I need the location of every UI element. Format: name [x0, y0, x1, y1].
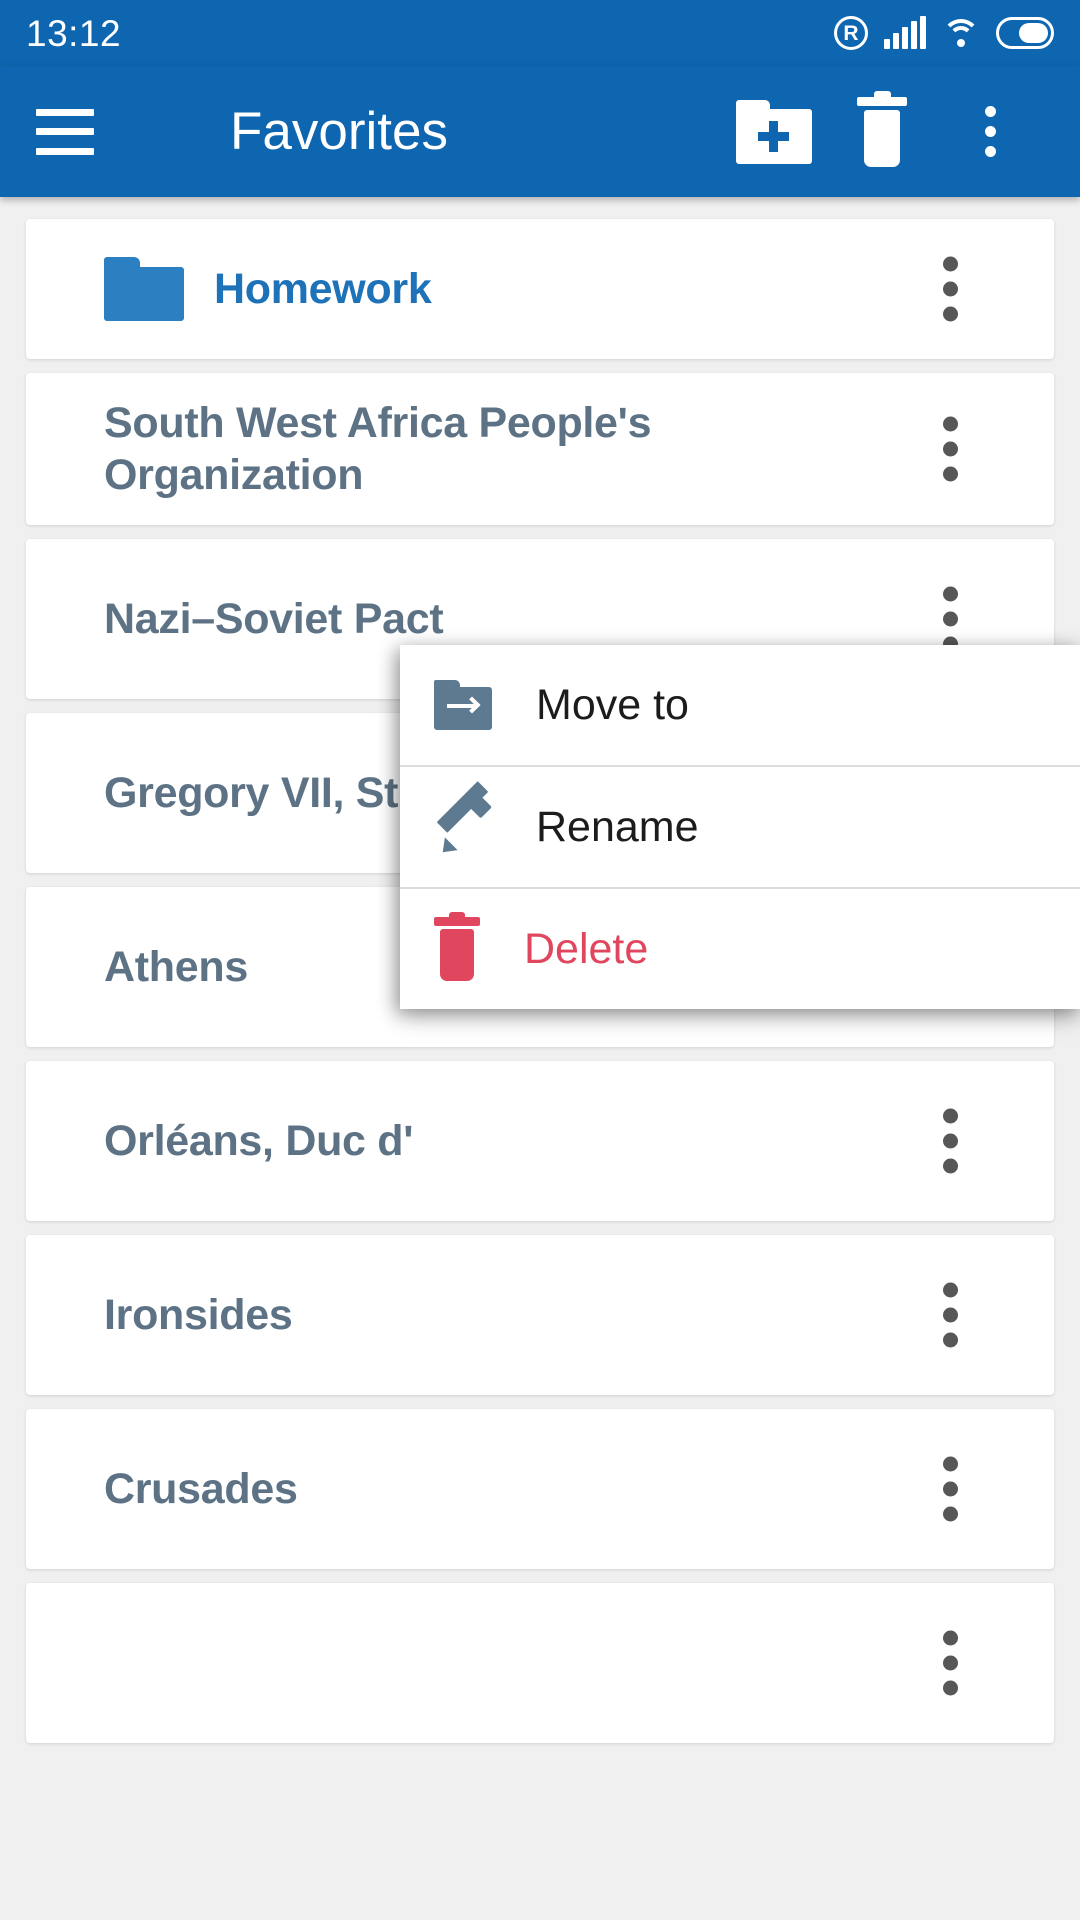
- trash-icon: [434, 912, 480, 981]
- pencil-icon: [434, 781, 492, 859]
- app-bar: Favorites: [0, 66, 1080, 197]
- list-item-overflow-button[interactable]: [933, 1447, 968, 1532]
- list-item[interactable]: Orléans, Duc d': [26, 1061, 1054, 1221]
- list-item[interactable]: Crusades: [26, 1409, 1054, 1569]
- list-item-label: Crusades: [104, 1464, 298, 1513]
- hamburger-menu-icon[interactable]: [36, 108, 94, 155]
- folder-icon: [104, 257, 184, 321]
- battery-icon: [996, 17, 1054, 49]
- context-menu-item-delete[interactable]: Delete: [400, 889, 1080, 1009]
- list-item-overflow-button[interactable]: [933, 1099, 968, 1184]
- overflow-menu-button[interactable]: [936, 78, 1044, 186]
- app-bar-actions: [720, 78, 1044, 186]
- list-item[interactable]: [26, 1583, 1054, 1743]
- list-item-overflow-button[interactable]: [933, 1273, 968, 1358]
- list-item-label: Ironsides: [104, 1290, 293, 1339]
- list-item[interactable]: Homework: [26, 219, 1054, 359]
- list-item[interactable]: South West Africa People's Organization: [26, 373, 1054, 525]
- status-bar-clock: 13:12: [26, 12, 122, 54]
- list-item-label: Orléans, Duc d': [104, 1116, 414, 1165]
- signal-icon: [884, 16, 926, 49]
- app-screen: 13:12 R Favorites Homework South West Af…: [0, 0, 1080, 1920]
- kebab-menu-icon: [984, 106, 996, 157]
- page-title: Favorites: [230, 102, 448, 161]
- list-item-label: South West Africa People's Organization: [104, 398, 652, 499]
- trash-icon: [857, 90, 907, 167]
- status-bar-icons: R: [834, 16, 1054, 50]
- list-item-overflow-button[interactable]: [933, 1621, 968, 1706]
- list-item-overflow-button[interactable]: [933, 407, 968, 492]
- list-item[interactable]: Ironsides: [26, 1235, 1054, 1395]
- context-menu-item-move-to[interactable]: Move to: [400, 645, 1080, 765]
- context-menu-item-rename[interactable]: Rename: [400, 767, 1080, 887]
- context-menu-item-label: Move to: [536, 680, 689, 729]
- wifi-icon: [942, 17, 980, 49]
- context-menu[interactable]: Move to Rename Delete: [400, 645, 1080, 1009]
- delete-button[interactable]: [828, 78, 936, 186]
- list-item-label: Athens: [104, 942, 248, 991]
- new-folder-button[interactable]: [720, 78, 828, 186]
- move-to-folder-icon: [434, 680, 492, 730]
- context-menu-item-label: Rename: [536, 802, 699, 851]
- favorites-list[interactable]: Homework South West Africa People's Orga…: [0, 197, 1080, 1920]
- roaming-icon: R: [834, 16, 868, 50]
- status-bar: 13:12 R: [0, 0, 1080, 66]
- list-item-label: Nazi–Soviet Pact: [104, 594, 444, 643]
- context-menu-item-label: Delete: [524, 924, 649, 973]
- new-folder-icon: [736, 99, 812, 164]
- list-item-label: Homework: [214, 264, 432, 313]
- list-item-overflow-button[interactable]: [933, 247, 968, 332]
- list-item-label: Gregory VII, St: [104, 768, 399, 817]
